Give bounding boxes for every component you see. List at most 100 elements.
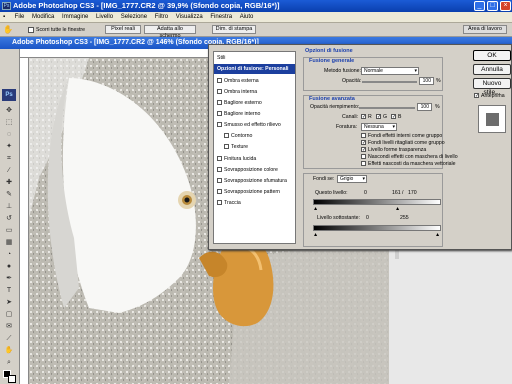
inner-shadow-checkbox[interactable] xyxy=(217,89,222,95)
bevel-emboss-checkbox[interactable] xyxy=(217,122,222,128)
dodge-tool-icon[interactable]: ● xyxy=(3,262,15,272)
background-color-swatch[interactable] xyxy=(8,375,16,383)
channel-b-checkbox[interactable]: ✓ xyxy=(391,114,396,120)
menu-view[interactable]: Visualizza xyxy=(173,12,206,23)
lasso-tool-icon[interactable]: ◌ xyxy=(3,130,15,140)
close-button[interactable]: × xyxy=(500,1,511,11)
style-item-outer-glow[interactable]: Bagliore esterno xyxy=(214,98,295,108)
adv-option-checkbox[interactable]: ✓ xyxy=(361,140,366,146)
ok-button[interactable]: OK xyxy=(473,50,511,61)
pen-tool-icon[interactable]: ✒ xyxy=(3,274,15,284)
marquee-tool-icon[interactable]: ⬚ xyxy=(3,118,15,128)
app-menu-icon[interactable]: ▪ xyxy=(0,12,10,23)
knockout-select[interactable]: Nessuna ▾ xyxy=(361,123,397,131)
style-item-contour[interactable]: Contorno xyxy=(214,131,295,141)
menu-layer[interactable]: Livello xyxy=(93,12,116,23)
eyedropper-tool-icon[interactable]: ⟋ xyxy=(3,334,15,344)
this-layer-gradient[interactable] xyxy=(313,199,441,205)
channel-r[interactable]: ✓ R xyxy=(361,114,372,120)
workspace-button[interactable]: Area di lavoro xyxy=(463,25,507,34)
gradient-overlay-checkbox[interactable] xyxy=(217,178,222,184)
blend-mode-select[interactable]: Normale ▾ xyxy=(361,67,419,75)
move-tool-icon[interactable]: ✥ xyxy=(3,106,15,116)
menu-help[interactable]: Aiuto xyxy=(237,12,257,23)
outer-glow-checkbox[interactable] xyxy=(217,100,222,106)
adv-option-checkbox[interactable] xyxy=(361,161,366,167)
style-item-gradient-overlay[interactable]: Sovrapposizione sfumatura xyxy=(214,176,295,186)
crop-tool-icon[interactable]: ⌗ xyxy=(3,154,15,164)
actual-pixels-button[interactable]: Pixel reali xyxy=(105,25,141,34)
style-item-blend-options[interactable]: Opzioni di fusione: Personali xyxy=(214,64,295,74)
satin-checkbox[interactable] xyxy=(217,156,222,162)
adv-option-checkbox[interactable]: ✓ xyxy=(361,147,366,153)
history-brush-tool-icon[interactable]: ↺ xyxy=(3,214,15,224)
healing-tool-icon[interactable]: ✚ xyxy=(3,178,15,188)
channel-g-checkbox[interactable]: ✓ xyxy=(376,114,381,120)
eraser-tool-icon[interactable]: ▭ xyxy=(3,226,15,236)
print-size-button[interactable]: Dim. di stampa xyxy=(212,25,256,34)
minimize-button[interactable]: _ xyxy=(474,1,485,11)
style-item-drop-shadow[interactable]: Ombra esterna xyxy=(214,76,295,86)
slice-tool-icon[interactable]: ∕ xyxy=(3,166,15,176)
style-item-pattern-overlay[interactable]: Sovrapposizione pattern xyxy=(214,187,295,197)
inner-glow-checkbox[interactable] xyxy=(217,111,222,117)
brush-tool-icon[interactable]: ✎ xyxy=(3,190,15,200)
fit-screen-button[interactable]: Adatta allo schermo xyxy=(144,25,196,39)
zoom-tool-icon[interactable]: ⌕ xyxy=(3,358,15,368)
adv-option-checkbox[interactable] xyxy=(361,154,366,160)
blend-if-select[interactable]: Grigio ▾ xyxy=(337,175,367,183)
style-item-texture[interactable]: Texture xyxy=(214,142,295,152)
path-selection-tool-icon[interactable]: ➤ xyxy=(3,298,15,308)
menu-image[interactable]: Immagine xyxy=(59,12,91,23)
opacity-field[interactable]: 100 xyxy=(419,77,434,85)
opacity-slider[interactable] xyxy=(362,81,417,83)
adv-option-2[interactable]: ✓ Livello forme trasparenza xyxy=(361,147,426,153)
maximize-button[interactable]: □ xyxy=(487,1,498,11)
magic-wand-tool-icon[interactable]: ✦ xyxy=(3,142,15,152)
fill-opacity-slider[interactable] xyxy=(359,107,415,109)
color-overlay-checkbox[interactable] xyxy=(217,167,222,173)
stroke-checkbox[interactable] xyxy=(217,200,222,206)
menu-select[interactable]: Selezione xyxy=(118,12,150,23)
underlying-gradient[interactable] xyxy=(313,225,441,231)
contour-checkbox[interactable] xyxy=(224,133,229,139)
type-tool-icon[interactable]: T xyxy=(3,286,15,296)
style-item-inner-shadow[interactable]: Ombra interna xyxy=(214,87,295,97)
channel-r-checkbox[interactable]: ✓ xyxy=(361,114,366,120)
fill-opacity-field[interactable]: 100 xyxy=(417,103,432,111)
gradient-tool-icon[interactable]: ▦ xyxy=(3,238,15,248)
pattern-overlay-checkbox[interactable] xyxy=(217,189,222,195)
adv-option-4[interactable]: Effetti nascosti da maschera vettoriale xyxy=(361,161,456,167)
new-style-button[interactable]: Nuovo stile... xyxy=(473,78,511,96)
menu-file[interactable]: File xyxy=(12,12,28,23)
blur-tool-icon[interactable]: ◔ xyxy=(3,250,15,260)
underlying-max-handle-icon[interactable]: ▲ xyxy=(435,232,440,238)
this-layer-min-handle-icon[interactable]: ▲ xyxy=(313,206,318,212)
style-item-color-overlay[interactable]: Sovrapposizione colore xyxy=(214,165,295,175)
hand-tool-button-icon[interactable]: ✋ xyxy=(3,346,15,356)
this-layer-split-handle-icon[interactable]: ▲ xyxy=(395,206,400,212)
channel-b[interactable]: ✓ B xyxy=(391,114,401,120)
underlying-min-handle-icon[interactable]: ▲ xyxy=(313,232,318,238)
adv-option-1[interactable]: ✓ Fondi livelli ritagliati come gruppo xyxy=(361,140,445,146)
adv-option-checkbox[interactable] xyxy=(361,133,366,139)
adv-option-3[interactable]: Nascondi effetti con maschera di livello xyxy=(361,154,458,160)
menu-edit[interactable]: Modifica xyxy=(29,12,57,23)
channel-g[interactable]: ✓ G xyxy=(376,114,387,120)
scroll-all-checkbox[interactable] xyxy=(28,27,34,33)
menu-filter[interactable]: Filtro xyxy=(152,12,171,23)
style-item-inner-glow[interactable]: Bagliore interno xyxy=(214,109,295,119)
stamp-tool-icon[interactable]: ⊥ xyxy=(3,202,15,212)
drop-shadow-checkbox[interactable] xyxy=(217,78,222,84)
style-item-stroke[interactable]: Traccia xyxy=(214,198,295,208)
adv-option-0[interactable]: Fondi effetti interni come gruppo xyxy=(361,133,442,139)
style-item-stili[interactable]: Stili xyxy=(214,53,295,63)
cancel-button[interactable]: Annulla xyxy=(473,64,511,75)
style-item-bevel-emboss[interactable]: Smusso ed effetto rilievo xyxy=(214,120,295,130)
texture-checkbox[interactable] xyxy=(224,144,229,150)
notes-tool-icon[interactable]: ✉ xyxy=(3,322,15,332)
preview-checkbox[interactable]: ✓ xyxy=(474,93,479,99)
shape-tool-icon[interactable]: ▢ xyxy=(3,310,15,320)
style-item-satin[interactable]: Finitura lucida xyxy=(214,154,295,164)
preview-option[interactable]: ✓ Anteprima xyxy=(474,93,505,99)
